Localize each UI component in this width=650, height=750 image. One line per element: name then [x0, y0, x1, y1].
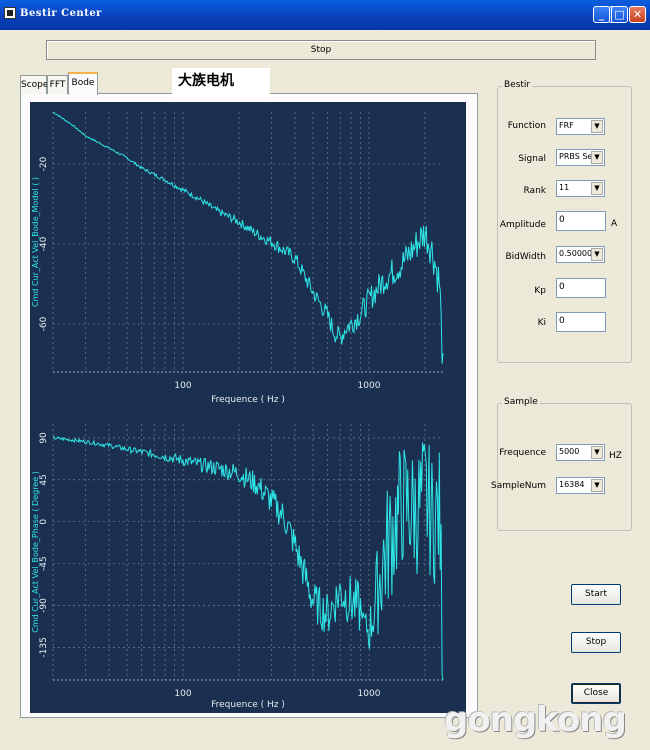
bode-plot-area: -20 -40 -60 100 1000 Frequence ( Hz ) Cmd Cur_… — [30, 102, 466, 713]
amplitude-label: Amplitude — [499, 220, 546, 230]
y-tick-label: -90 — [39, 598, 49, 613]
frequence-value: 5000 — [559, 447, 580, 456]
samplenum-value: 16384 — [559, 480, 585, 489]
frequence-select[interactable]: 5000 ▼ — [556, 444, 605, 461]
kp-value: 0 — [559, 282, 565, 292]
amplitude-input[interactable]: 0 — [556, 211, 606, 231]
ki-value: 0 — [559, 316, 565, 326]
bidwidth-label: BidWidth — [505, 252, 546, 262]
function-label: Function — [507, 121, 546, 131]
samplenum-select[interactable]: 16384 ▼ — [556, 477, 605, 494]
function-select[interactable]: FRF ▼ — [556, 118, 605, 135]
y-axis-label: Cmd Cur_Act Vel_Bode_Phase ( Degree ) — [31, 471, 40, 633]
close-icon: ✕ — [632, 8, 643, 21]
rank-label: Rank — [523, 186, 547, 196]
bestir-group-title: Bestir — [502, 80, 533, 90]
x-tick-label: 100 — [174, 689, 191, 699]
close-window-button[interactable]: ✕ — [629, 6, 646, 23]
y-axis-label: Cmd Cur_Act Vel_Bode_Model ( ) — [31, 177, 40, 307]
chevron-down-icon[interactable]: ▼ — [591, 248, 603, 261]
minimize-icon: _ — [598, 8, 605, 21]
series-line — [52, 435, 444, 681]
brand-label: 大族电机 — [172, 68, 270, 98]
tab-fft[interactable]: FFT — [47, 75, 68, 94]
minimize-button-2[interactable]: _ — [593, 6, 610, 23]
app-icon[interactable] — [4, 7, 16, 19]
chevron-down-icon[interactable]: ▼ — [591, 446, 603, 459]
watermark: gongkong — [444, 700, 627, 740]
bidwidth-select[interactable]: 0.500000 ▼ — [556, 246, 605, 263]
rank-select[interactable]: 11 ▼ — [556, 180, 605, 197]
frequence-label: Frequence — [499, 448, 546, 458]
start-button[interactable]: Start — [571, 584, 621, 605]
y-tick-label: -60 — [39, 316, 49, 331]
chevron-down-icon[interactable]: ▼ — [591, 151, 603, 164]
chevron-down-icon[interactable]: ▼ — [591, 120, 603, 133]
maximize-button[interactable]: □ — [611, 6, 628, 23]
y-tick-label: 0 — [39, 519, 49, 525]
tab-scope[interactable]: Scope — [20, 75, 48, 94]
bode-plot-svg: -20-40-60100 1000Frequence ( Hz )Cmd Cur_… — [31, 111, 444, 710]
stop-button[interactable]: Stop — [571, 632, 621, 653]
x-tick-label: 1000 — [358, 381, 381, 391]
signal-label: Signal — [518, 154, 546, 164]
signal-select[interactable]: PRBS Seq ▼ — [556, 149, 605, 166]
ki-input[interactable]: 0 — [556, 312, 606, 332]
kp-input[interactable]: 0 — [556, 278, 606, 298]
frequence-unit: HZ — [609, 451, 622, 461]
y-tick-label: 90 — [39, 432, 49, 444]
y-tick-label: -45 — [39, 556, 49, 571]
x-axis-label: Frequence ( Hz ) — [211, 700, 285, 710]
y-tick-label: -40 — [39, 236, 49, 251]
samplenum-label: SampleNum — [491, 481, 546, 491]
y-tick-label: -20 — [39, 156, 49, 171]
sample-group: Sample — [497, 397, 632, 531]
sample-group-title: Sample — [502, 397, 540, 407]
y-tick-label: -135 — [39, 637, 49, 657]
y-tick-label: 45 — [39, 474, 49, 485]
title-bar: Bestir Center _ — [0, 0, 650, 30]
amplitude-value: 0 — [559, 215, 565, 225]
x-tick-label: 1000 — [358, 689, 381, 699]
x-tick-label: 100 — [174, 381, 191, 391]
chevron-down-icon[interactable]: ▼ — [591, 182, 603, 195]
status-bar: Stop — [46, 40, 596, 60]
kp-label: Kp — [534, 286, 546, 296]
rank-value: 11 — [559, 183, 570, 192]
function-value: FRF — [559, 121, 574, 130]
x-axis-label: Frequence ( Hz ) — [211, 395, 285, 405]
tab-bode[interactable]: Bode — [68, 72, 98, 95]
ki-label: Ki — [537, 318, 546, 328]
maximize-icon: □ — [614, 8, 625, 21]
window-title: Bestir Center — [20, 8, 102, 19]
series-line — [52, 111, 444, 364]
chevron-down-icon[interactable]: ▼ — [591, 479, 603, 492]
amplitude-unit: A — [611, 219, 618, 229]
